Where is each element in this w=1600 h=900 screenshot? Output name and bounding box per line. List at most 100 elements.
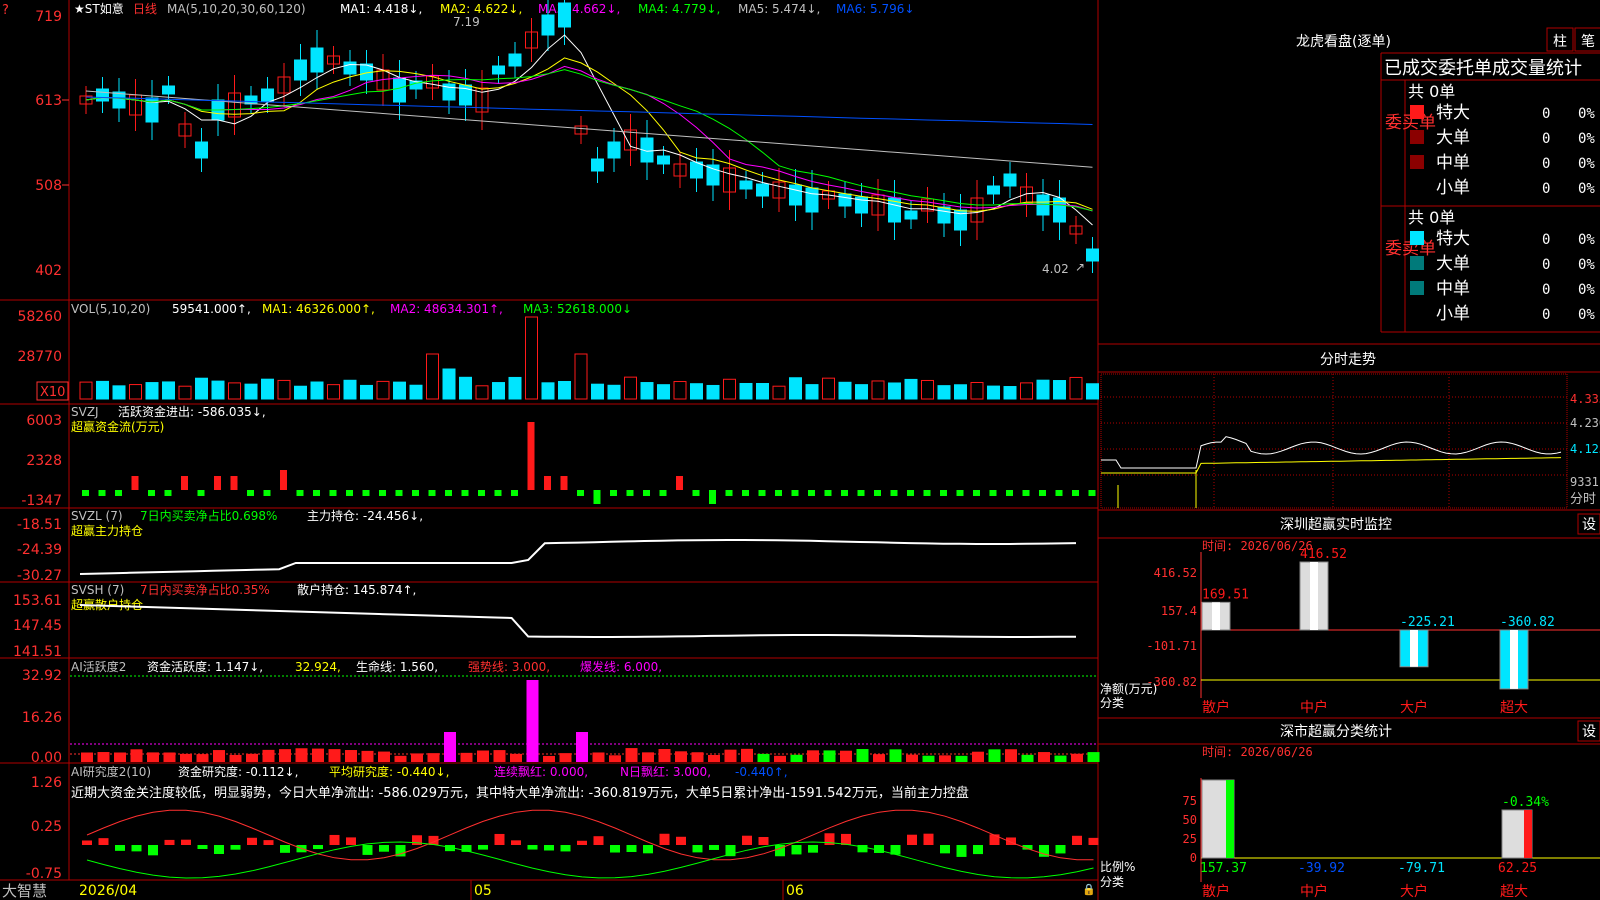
activity-bar: [576, 732, 588, 762]
aihy-l3: 生命线: 1.560,: [356, 659, 438, 674]
candle: [541, 14, 555, 36]
class-top-label: -0.34%: [1502, 795, 1549, 810]
activity-bar: [1071, 753, 1083, 762]
period-label[interactable]: 日线: [133, 2, 157, 16]
activity-bar: [312, 748, 324, 762]
stock-name[interactable]: ★ST如意: [74, 1, 124, 16]
research-bar: [494, 833, 505, 845]
y-label: 1.26: [31, 775, 62, 791]
category-label: 超大: [1500, 700, 1528, 716]
svzj-title: 超赢资金流(万元): [71, 419, 164, 434]
candle: [937, 206, 951, 224]
y-label: 6003: [26, 413, 62, 429]
y-label: 157.4: [1161, 604, 1197, 618]
volume-bar: [294, 385, 307, 400]
activity-bar: [807, 750, 819, 762]
vol-ma3: MA3: 52618.000↓: [523, 302, 632, 316]
net-value: -225.21: [1400, 615, 1455, 630]
activity-bar: [163, 752, 176, 762]
activity-bar: [1038, 752, 1050, 762]
activity-bar: [988, 749, 1001, 762]
activity-bar: [1087, 752, 1100, 762]
stroke-button-label: 笔: [1581, 34, 1595, 50]
activity-bar: [840, 750, 852, 762]
class-value: 157.37: [1200, 861, 1247, 876]
svzl-hold: 主力持仓: -24.456↓,: [307, 508, 423, 523]
order-count: 0: [1542, 257, 1550, 273]
flow-bar: [428, 490, 436, 496]
volume-bar: [706, 384, 720, 400]
candle: [805, 187, 819, 213]
activity-bar: [279, 749, 291, 762]
order-size-label: 小单: [1436, 304, 1470, 324]
y-label: -0.75: [26, 866, 62, 882]
legend-swatch: [1410, 281, 1424, 295]
research-bar: [527, 845, 538, 850]
activity-bar: [1021, 754, 1034, 762]
flow-bar: [98, 490, 106, 496]
svsh-y-axis: 153.61 147.45 141.51: [13, 593, 62, 660]
order-size-label: 中单: [1436, 153, 1470, 173]
activity-bar: [526, 680, 539, 762]
sz-class-title: 深市超赢分类统计: [1280, 723, 1392, 740]
order-percent: 0%: [1578, 282, 1595, 298]
activity-bar: [196, 754, 209, 762]
flow-bar: [940, 490, 947, 496]
y-label: 613: [35, 93, 62, 109]
research-bar: [1055, 845, 1066, 854]
volume-bar: [937, 385, 951, 400]
order-percent: 0%: [1578, 131, 1595, 147]
research-bar: [874, 845, 884, 853]
activity-bar: [972, 751, 984, 762]
activity-bar: [757, 753, 770, 762]
candle: [393, 77, 406, 103]
research-bar: [478, 845, 488, 850]
y-label: -18.51: [17, 517, 62, 533]
volume-bar: [987, 385, 1000, 400]
y-label: 58260: [17, 309, 62, 325]
aiyj-l4: N日飘红: 3.000,: [620, 764, 711, 779]
class-value: 62.25: [1498, 861, 1537, 876]
research-bar: [280, 845, 290, 853]
activity-bar: [81, 752, 93, 762]
activity-bar: [246, 753, 258, 762]
flow-bar: [692, 490, 700, 496]
flow-bar: [296, 490, 304, 496]
activity-bar: [213, 750, 225, 762]
sz-monitor-title: 深圳超赢实时监控: [1280, 516, 1392, 533]
flow-bar: [379, 490, 386, 496]
order-count: 0: [1542, 131, 1550, 147]
main-menu-icon[interactable]: ?: [2, 3, 9, 18]
date-tick: 06: [786, 883, 804, 899]
flow-bar: [544, 476, 551, 490]
research-bar: [181, 839, 191, 845]
svzl-pct: 7日内买卖净占比0.698%: [140, 508, 277, 523]
research-bar: [82, 840, 92, 845]
research-bar: [923, 833, 934, 845]
volume-bar: [690, 383, 703, 400]
svzj-value: 活跃资金进出: -586.035↓,: [118, 404, 266, 419]
ma2-value: MA2: 4.622↓,: [440, 2, 522, 16]
flow-bar: [445, 490, 452, 496]
activity-bar: [477, 750, 489, 762]
candle: [591, 158, 604, 172]
sell-total: 共 0单: [1408, 208, 1455, 227]
svzl-title: 超赢主力持仓: [71, 523, 143, 538]
order-count: 0: [1542, 156, 1550, 172]
activity-bar: [625, 748, 638, 762]
flow-bar: [857, 490, 865, 496]
flow-bar: [247, 490, 254, 496]
aihy-l1: 资金活跃度: 1.147↓,: [147, 659, 263, 674]
flow-bar: [395, 490, 403, 496]
order-size-label: 小单: [1436, 178, 1470, 198]
research-bar: [676, 836, 686, 845]
flow-bar: [329, 490, 337, 496]
high-price-label: 7.19: [453, 15, 480, 29]
candle: [558, 2, 571, 28]
research-bar: [626, 845, 637, 853]
volume-bar: [954, 384, 967, 400]
order-count: 0: [1542, 232, 1550, 248]
intraday-title: 分时走势: [1320, 352, 1376, 368]
volume-bar: [838, 381, 852, 400]
lock-icon[interactable]: 🔒: [1082, 883, 1096, 896]
